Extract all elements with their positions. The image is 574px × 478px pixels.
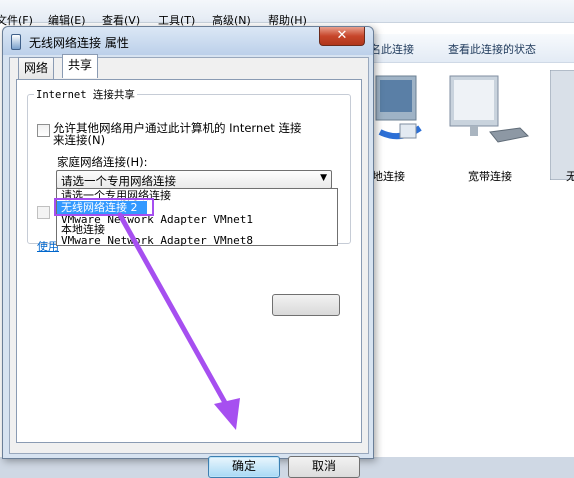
annotation-arrow: [117, 212, 240, 430]
cancel-button[interactable]: 取消: [288, 456, 360, 478]
ok-button[interactable]: 确定: [208, 456, 280, 478]
